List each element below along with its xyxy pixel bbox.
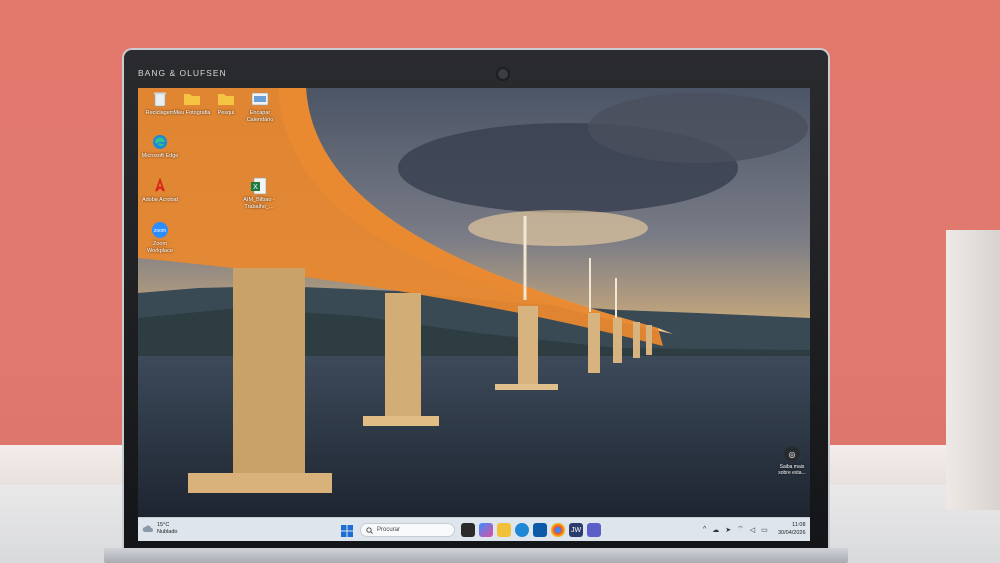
laptop-screen: Reciclagem Meu Fotografia Pesqui Encapar… bbox=[138, 88, 810, 541]
zoom-icon: zoom bbox=[151, 221, 169, 239]
desktop-icon-label: AIM_Bilbao - Trabalho_... bbox=[243, 197, 275, 210]
start-button[interactable] bbox=[341, 524, 353, 537]
desktop-icon-calendar-image[interactable]: Encapar Calendário bbox=[240, 90, 280, 123]
wallpaper-info-button[interactable]: ◎ Saiba mais sobre esta... bbox=[774, 446, 810, 476]
edge-icon bbox=[151, 133, 169, 151]
webcam bbox=[498, 69, 508, 79]
taskbar-clock[interactable]: 11:08 30/04/2026 bbox=[778, 521, 806, 537]
clock-date: 30/04/2026 bbox=[778, 530, 806, 536]
jw-icon[interactable]: JW bbox=[569, 523, 583, 537]
wallpaper-info-label: Saiba mais sobre esta... bbox=[778, 464, 806, 476]
camera-icon: ◎ bbox=[784, 446, 800, 462]
volume-icon[interactable]: ◁ bbox=[750, 526, 755, 534]
taskbar-search-box[interactable]: Procurar bbox=[360, 523, 455, 537]
file-explorer-icon[interactable] bbox=[497, 523, 511, 537]
desktop-icon-excel-file[interactable]: X AIM_Bilbao - Trabalho_... bbox=[239, 177, 279, 210]
wifi-icon[interactable]: ⌔ bbox=[737, 525, 744, 534]
svg-text:X: X bbox=[253, 184, 258, 191]
taskbar: 15°C Nublado Procurar JW ^ ☁ ➤ ⌔ ◁ ▭ 11:… bbox=[138, 517, 810, 541]
store-icon[interactable] bbox=[533, 523, 547, 537]
folder-icon bbox=[183, 90, 201, 108]
search-icon bbox=[366, 526, 373, 534]
chrome-icon[interactable] bbox=[551, 523, 565, 537]
desktop-icon-label: Encapar Calendário bbox=[246, 110, 274, 123]
battery-icon[interactable]: ▭ bbox=[761, 526, 768, 534]
svg-text:zoom: zoom bbox=[154, 228, 166, 234]
teams-icon[interactable] bbox=[587, 523, 601, 537]
show-hidden-icons-chevron[interactable]: ^ bbox=[703, 526, 706, 533]
image-file-icon bbox=[251, 90, 269, 108]
door-frame bbox=[946, 230, 1000, 510]
jw-label: JW bbox=[570, 526, 582, 534]
desktop-icon-acrobat[interactable]: Adobe Acrobat bbox=[140, 177, 180, 204]
system-tray: ^ ☁ ➤ ⌔ ◁ ▭ bbox=[703, 525, 768, 534]
desktop-icon-label: Zoom Workplace bbox=[147, 241, 173, 254]
recycle-bin-icon bbox=[151, 90, 169, 108]
clock-time: 11:08 bbox=[792, 522, 806, 528]
search-placeholder: Procurar bbox=[377, 527, 401, 533]
copilot-icon[interactable] bbox=[479, 523, 493, 537]
weather-widget[interactable]: 15°C Nublado bbox=[142, 522, 178, 535]
cloud-icon bbox=[142, 525, 153, 532]
folder-icon bbox=[217, 90, 235, 108]
acrobat-icon bbox=[151, 177, 169, 195]
laptop-brand-logo: BANG & OLUFSEN bbox=[138, 68, 227, 78]
desktop-icon-edge[interactable]: Microsoft Edge bbox=[140, 133, 180, 160]
edge-icon[interactable] bbox=[515, 523, 529, 537]
weather-description: Nublado bbox=[157, 528, 178, 535]
desktop-wallpaper bbox=[138, 88, 810, 517]
desktop-icon-zoom[interactable]: zoom Zoom Workplace bbox=[140, 221, 180, 254]
task-view-icon[interactable] bbox=[461, 523, 475, 537]
laptop-hinge bbox=[104, 548, 848, 563]
location-icon[interactable]: ➤ bbox=[725, 526, 731, 534]
desktop-icon-label: Microsoft Edge bbox=[141, 153, 179, 159]
excel-icon: X bbox=[250, 177, 268, 195]
windows-icon bbox=[341, 525, 353, 537]
desktop-icon-label: Adobe Acrobat bbox=[141, 197, 179, 203]
onedrive-icon[interactable]: ☁ bbox=[712, 526, 719, 534]
